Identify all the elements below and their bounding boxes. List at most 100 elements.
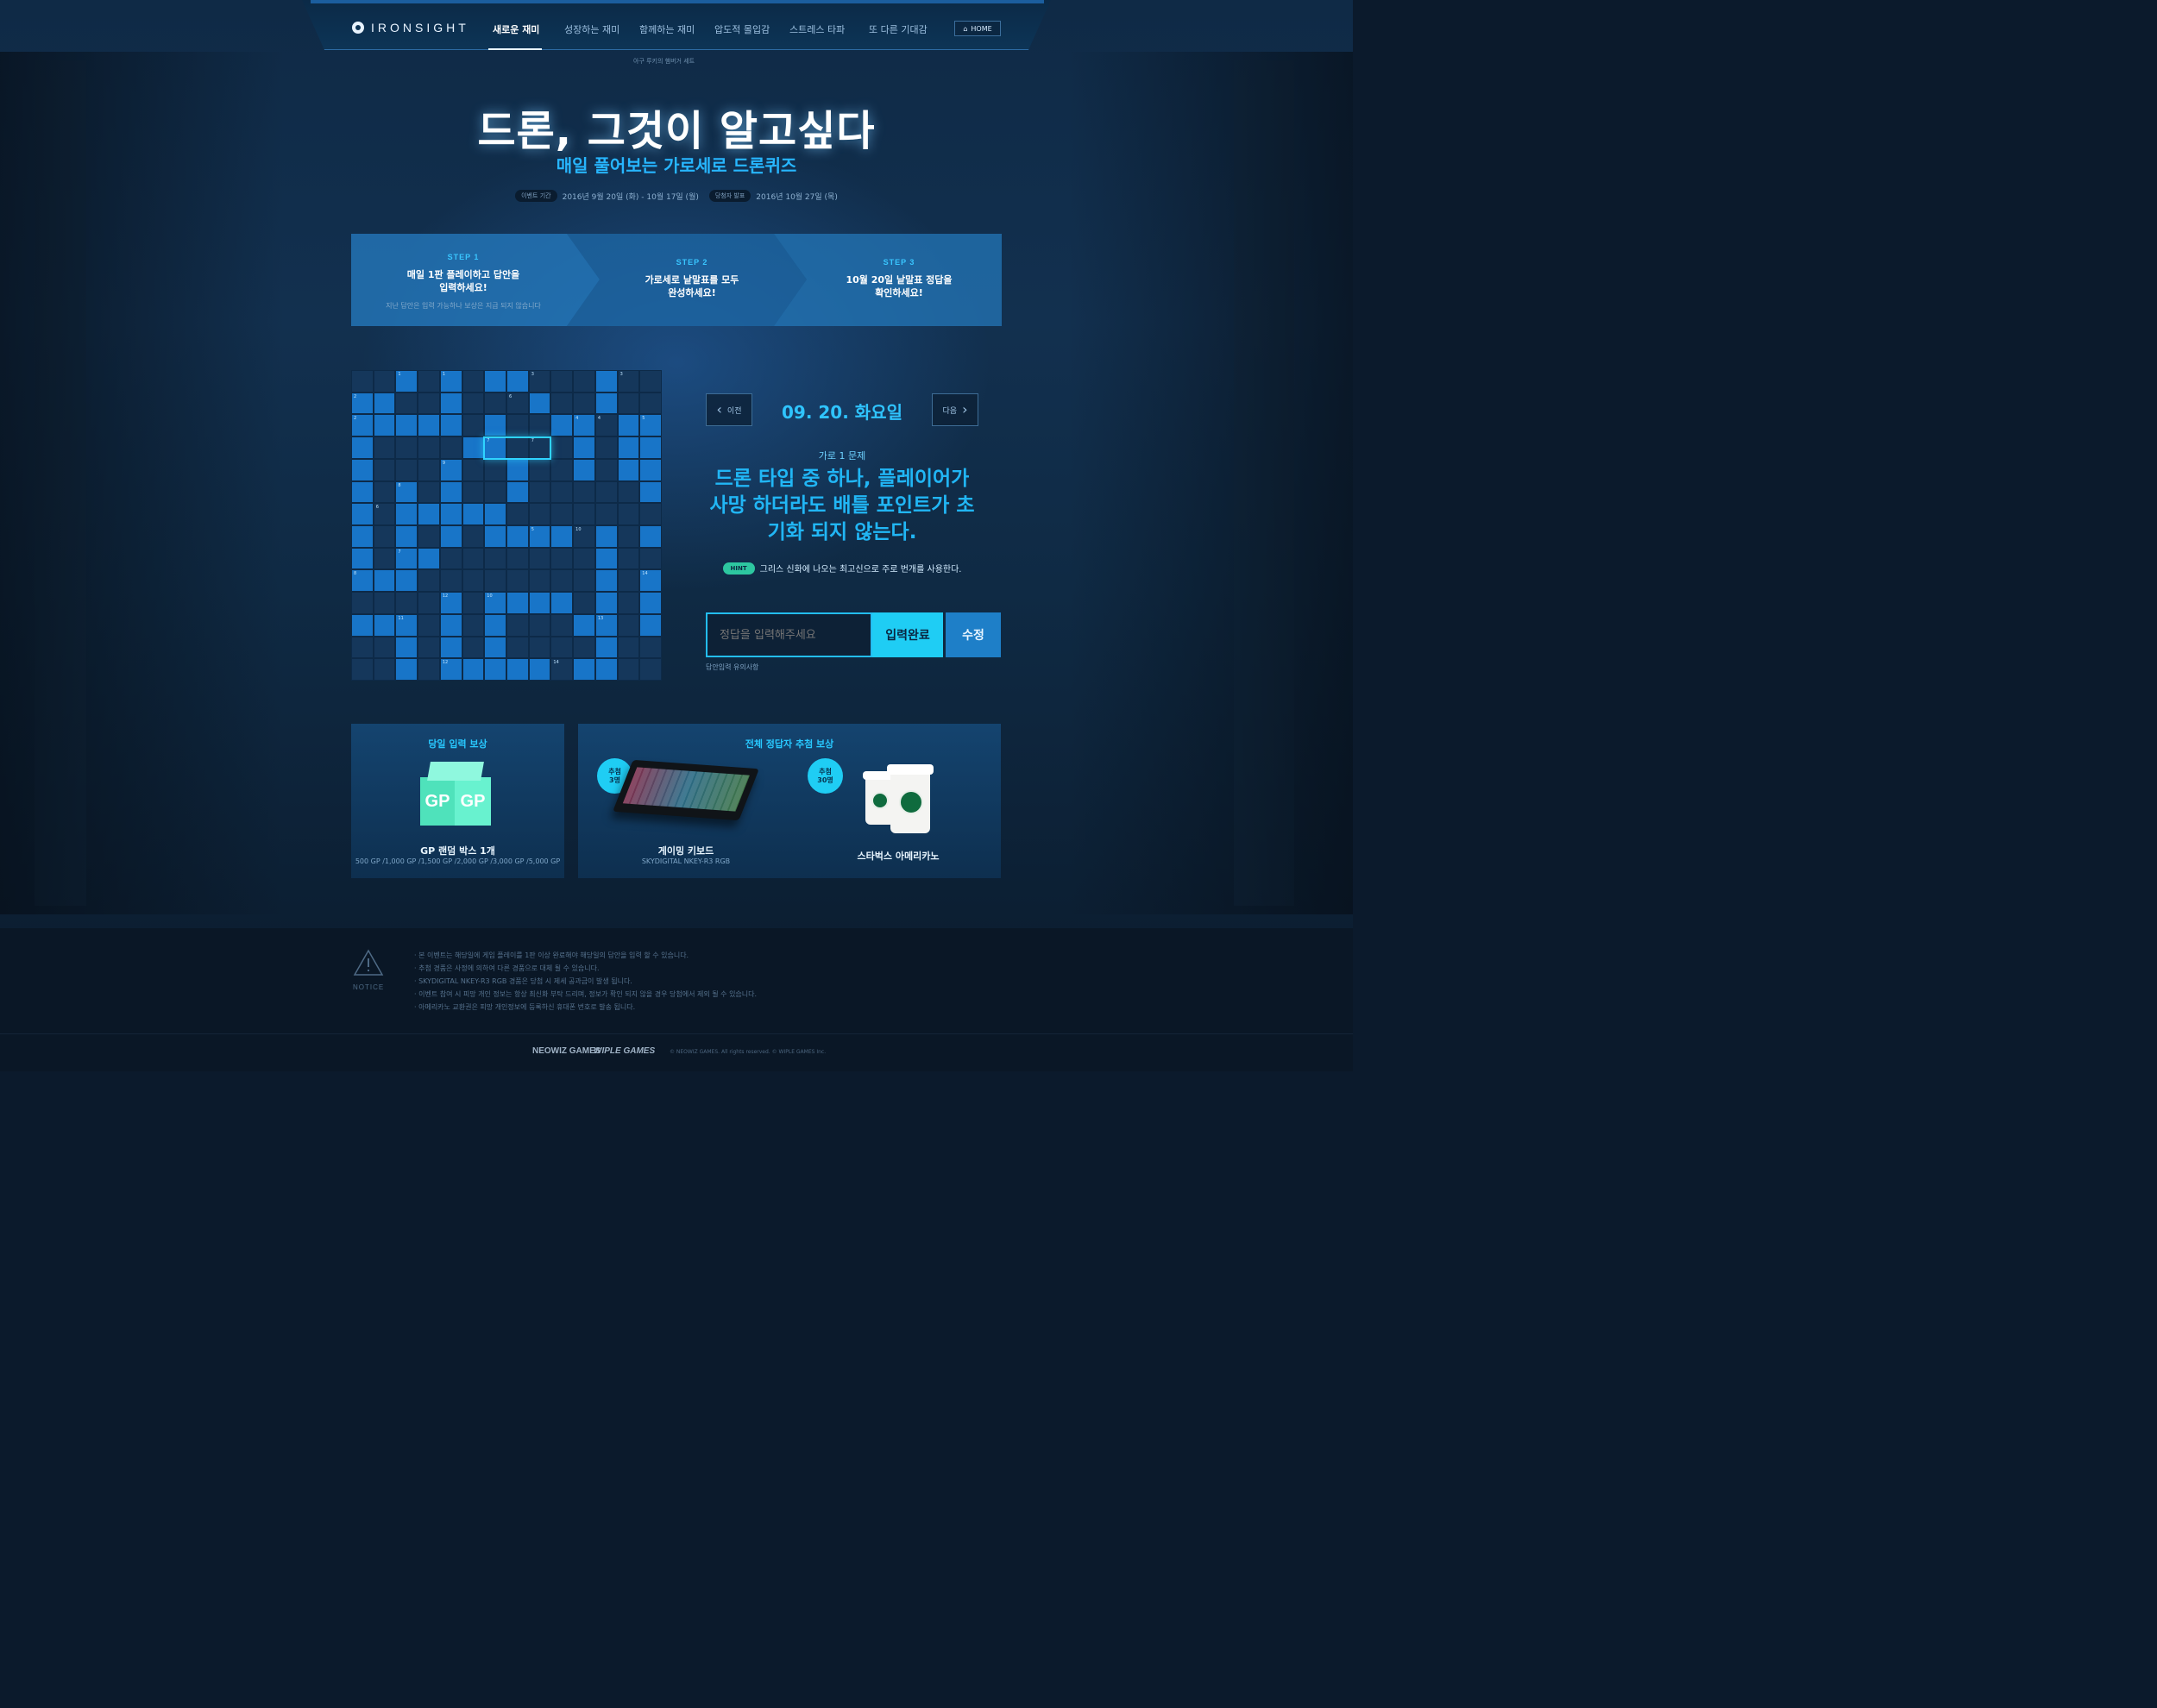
crossword-cell[interactable] [573,436,595,459]
crossword-cell[interactable] [639,436,662,459]
crossword-cell[interactable] [439,480,462,504]
crossword-cell[interactable] [594,658,618,681]
crossword-cell[interactable] [395,503,418,525]
crossword-cell[interactable] [351,613,374,637]
crossword-cell[interactable] [506,592,529,614]
crossword-cell[interactable] [506,658,529,681]
crossword-cell[interactable] [439,392,462,415]
crossword-cell[interactable] [439,636,462,659]
crossword-cell[interactable]: 1 [395,370,418,392]
crossword-cell[interactable] [395,658,418,681]
crossword-cell[interactable]: 13 [594,613,618,637]
nav-item-new-fun[interactable]: 새로운 재미 [493,22,539,36]
crossword-cell[interactable] [639,458,662,481]
ironsight-logo[interactable]: IRONSIGHT [352,21,469,35]
crossword-cell[interactable] [351,436,374,459]
crossword-cell[interactable] [594,547,618,570]
crossword-cell[interactable]: 5 [528,525,551,548]
crossword-cell[interactable] [550,525,574,548]
crossword-cell[interactable] [573,613,595,637]
crossword-cell[interactable] [573,458,595,481]
crossword-cell[interactable]: 2 [351,414,374,437]
crossword-cell[interactable] [395,636,418,659]
crossword-cell[interactable] [395,569,418,593]
crossword-cell[interactable] [418,503,440,525]
crossword-cell[interactable]: 7 [395,547,418,570]
crossword-cell[interactable]: 8 [351,569,374,593]
crossword-cell[interactable] [484,370,506,392]
crossword-cell[interactable] [484,613,506,637]
crossword-cell[interactable]: 12 [439,592,462,614]
home-button[interactable]: ⌂ HOME [954,21,1001,36]
crossword-cell[interactable]: 4 [573,414,595,437]
crossword-cell[interactable] [594,569,618,593]
crossword-cell[interactable]: 14 [639,569,662,593]
crossword-cell[interactable] [373,414,396,437]
crossword-cell[interactable] [351,525,374,548]
answer-notice-link[interactable]: 답안입력 유의사항 [706,662,758,672]
crossword-cell[interactable] [594,636,618,659]
crossword-cell[interactable] [439,613,462,637]
crossword-cell[interactable] [418,547,440,570]
crossword-cell[interactable] [484,414,506,437]
neowiz-logo[interactable]: NEOWIZ GAMES [532,1046,601,1056]
crossword-cell[interactable] [351,458,374,481]
nav-item-stress[interactable]: 스트레스 타파 [789,22,845,36]
crossword-cell[interactable] [506,370,529,392]
crossword-cell[interactable]: 1 [439,370,462,392]
crossword-cell[interactable] [550,592,574,614]
edit-answer-button[interactable]: 수정 [946,612,1001,657]
answer-input[interactable] [706,612,872,657]
crossword-cell[interactable] [462,658,485,681]
crossword-cell[interactable] [439,414,462,437]
crossword-cell[interactable] [639,592,662,614]
crossword-cell[interactable] [484,503,506,525]
crossword-cell[interactable]: 5 [639,414,662,437]
crossword-cell[interactable] [617,458,640,481]
crossword-cell[interactable] [484,525,506,548]
crossword-cell[interactable]: 11 [395,613,418,637]
prev-day-button[interactable]: ‹ 이전 [706,393,752,426]
crossword-cell[interactable] [373,392,396,415]
crossword-cell[interactable] [351,480,374,504]
nav-item-growth-fun[interactable]: 성장하는 재미 [564,22,619,36]
crossword-cell[interactable] [395,525,418,548]
nav-item-expectation[interactable]: 또 다른 기대감 [869,22,928,36]
submit-answer-button[interactable]: 입력완료 [872,612,943,657]
crossword-cell[interactable]: 12 [439,658,462,681]
crossword-cell[interactable] [594,592,618,614]
crossword-cell[interactable] [462,436,485,459]
crossword-cell[interactable] [395,414,418,437]
crossword-cell[interactable] [639,525,662,548]
crossword-cell[interactable] [506,480,529,504]
crossword-cell[interactable] [462,503,485,525]
crossword-cell[interactable] [373,569,396,593]
nav-item-together-fun[interactable]: 함께하는 재미 [639,22,695,36]
crossword-cell[interactable] [439,525,462,548]
crossword-cell[interactable] [639,613,662,637]
next-day-button[interactable]: 다음 › [932,393,978,426]
crossword-cell[interactable] [439,503,462,525]
crossword-cell[interactable] [528,658,551,681]
crossword-cell[interactable] [506,458,529,481]
crossword-cell[interactable] [639,480,662,504]
crossword-cell[interactable] [484,658,506,681]
crossword-cell[interactable] [573,658,595,681]
crossword-cell[interactable]: 10 [484,592,506,614]
crossword-cell[interactable] [594,370,618,392]
crossword-cell[interactable] [506,525,529,548]
crossword-cell[interactable] [351,503,374,525]
crossword-cell[interactable] [418,414,440,437]
crossword-cell[interactable]: 2 [351,392,374,415]
crossword-cell[interactable] [484,636,506,659]
crossword-grid[interactable]: 1 1 3 3 2 6 2 4 4 5 7 7 9 8 6 5 10 7 8 14 12 10 11 13 12 14 [351,370,662,681]
wiple-logo[interactable]: WIPLE GAMES [594,1046,655,1056]
crossword-cell[interactable] [617,414,640,437]
nav-item-immersion[interactable]: 압도적 몰입감 [714,22,770,36]
crossword-cell[interactable] [594,392,618,415]
crossword-cell[interactable]: 9 [439,458,462,481]
crossword-cell[interactable] [528,392,551,415]
crossword-cell[interactable] [373,613,396,637]
crossword-cell[interactable] [528,592,551,614]
crossword-cell[interactable]: 8 [395,480,418,504]
